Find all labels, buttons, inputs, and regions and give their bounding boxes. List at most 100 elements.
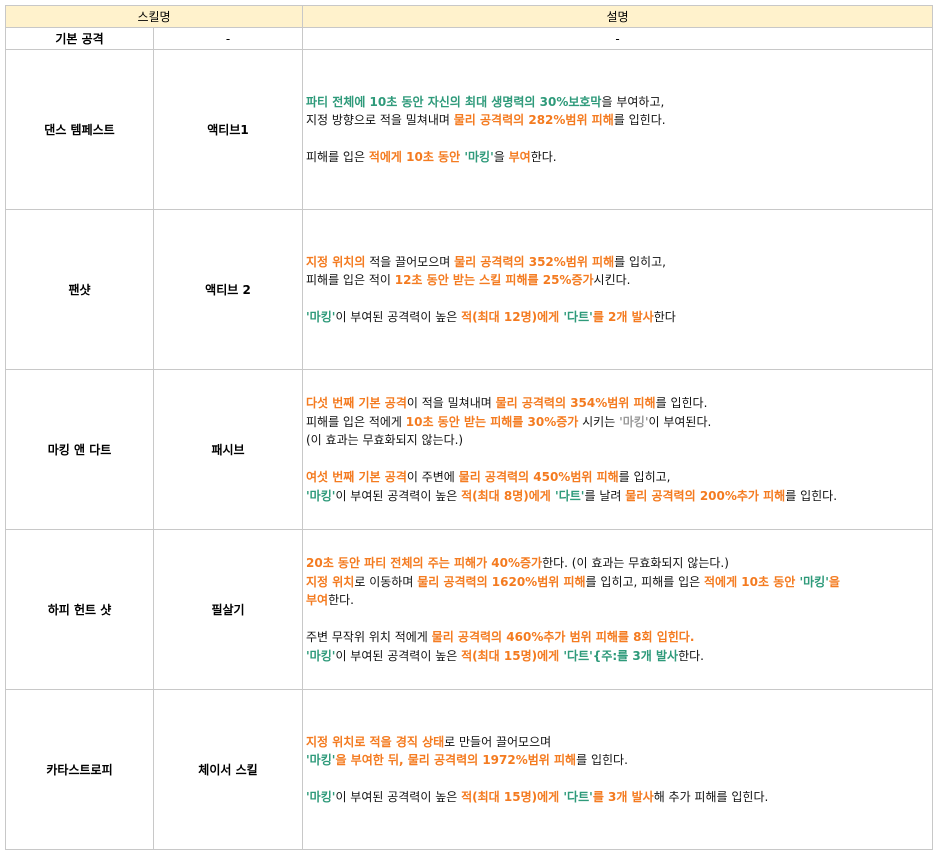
highlighted-text: '다트' xyxy=(563,790,593,804)
description-line xyxy=(306,450,932,469)
description-line: 다섯 번째 기본 공격이 적을 밀쳐내며 물리 공격력의 354%범위 피해를 … xyxy=(306,394,932,413)
description-text: 를 입힌다. xyxy=(613,113,666,127)
skill-table: 스킬명 설명 기본 공격 - - 댄스 템페스트 액티브1 파티 전체에 10초 동… xyxy=(5,5,933,850)
description-text: 로 만들어 끌어모으며 xyxy=(444,734,552,749)
highlighted-text: '마킹' xyxy=(306,310,336,324)
table-row: 팬샷 액티브 2 지정 위치의 적을 끌어모으며 물리 공격력의 352%범위 피해… xyxy=(5,209,933,370)
description-line: '마킹'이 부여된 공격력이 높은 적(최대 8명)에게 '다트'를 날려 물리… xyxy=(306,487,932,506)
header-row: 스킬명 설명 xyxy=(5,5,933,28)
description-text: 를 입히고, xyxy=(618,470,671,484)
description-line xyxy=(306,290,932,309)
highlighted-text: '마킹' xyxy=(799,574,829,589)
description-text: 이 부여된 공격력이 높은 xyxy=(335,648,462,663)
description-line: (이 효과는 무효화되지 않는다.) xyxy=(306,431,932,450)
skill-description: 지정 위치로 적을 경직 상태로 만들어 끌어모으며 '마킹'을 부여한 뒤, 물… xyxy=(302,689,933,850)
description-line xyxy=(306,130,932,149)
description-line: 지정 위치로 이동하며 물리 공격력의 1620%범위 피해를 입히고, 피해를… xyxy=(306,573,932,592)
skill-type: 필살기 xyxy=(153,529,303,690)
header-skill-name: 스킬명 xyxy=(5,5,303,28)
description-line: 지정 위치의 적을 끌어모으며 물리 공격력의 352%범위 피해를 입히고, xyxy=(306,253,932,272)
skill-description: 다섯 번째 기본 공격이 적을 밀쳐내며 물리 공격력의 354%범위 피해를 … xyxy=(302,369,933,530)
skill-type: - xyxy=(153,27,303,50)
highlighted-text: 적에게 10초 동안 xyxy=(703,574,800,589)
description-text: 한다. xyxy=(678,648,704,663)
description-line: '마킹'이 부여된 공격력이 높은 적(최대 12명)에게 '다트'를 2개 발… xyxy=(306,308,932,327)
highlighted-text: 를 3개 발사 xyxy=(592,790,654,804)
skill-type: 액티브 2 xyxy=(153,209,303,370)
description-text: 한다. xyxy=(328,593,354,607)
description-text: 를 입히고, xyxy=(614,254,666,269)
skill-type: 체이서 스킬 xyxy=(153,689,303,850)
description-line: 주변 무작위 위치 적에게 물리 공격력의 460%추가 범위 피해를 8회 입… xyxy=(306,628,932,647)
description-text: 이 부여된 공격력이 높은 xyxy=(335,488,462,503)
description-line: 피해를 입은 적에게 10초 동안 받는 피해를 30%증가 시키는 '마킹'이… xyxy=(306,413,932,432)
highlighted-text: 적(최대 12명)에게 xyxy=(461,310,564,324)
skill-description: 20초 동안 파티 전체의 주는 피해가 40%증가한다. (이 효과는 무효화… xyxy=(302,529,933,690)
highlighted-text: 물리 공격력의 200%추가 피해 xyxy=(625,488,786,503)
description-line xyxy=(306,770,932,789)
highlighted-text: 물리 공격력의 354%범위 피해 xyxy=(495,396,656,410)
skill-name: 팬샷 xyxy=(5,209,154,370)
description-text: 이 주변에 xyxy=(406,470,459,484)
table-row-basic-attack: 기본 공격 - - xyxy=(5,27,933,50)
highlighted-text: 적(최대 15명)에게 xyxy=(461,790,564,804)
description-text: 이 부여된 공격력이 높은 xyxy=(335,790,462,804)
description-text: 적을 끌어모으며 xyxy=(365,254,455,269)
highlighted-text: '다트'{주:를 3개 발사 xyxy=(563,648,679,663)
skill-name: 카타스트로피 xyxy=(5,689,154,850)
description-line: 파티 전체에 10초 동안 자신의 최대 생명력의 30%보호막을 부여하고, xyxy=(306,93,932,112)
description-line: 여섯 번째 기본 공격이 주변에 물리 공격력의 450%범위 피해를 입히고, xyxy=(306,468,932,487)
highlighted-text: '마킹' xyxy=(306,488,336,503)
highlighted-text: 적(최대 15명)에게 xyxy=(461,648,564,663)
highlighted-text: 다섯 번째 기본 공격 xyxy=(306,396,407,410)
highlighted-text: 부여 xyxy=(508,150,531,164)
highlighted-text: 을 xyxy=(828,574,840,589)
skill-description: 파티 전체에 10초 동안 자신의 최대 생명력의 30%보호막을 부여하고, 지… xyxy=(302,49,933,210)
highlighted-text: '마킹' xyxy=(306,753,336,767)
description-line: 20초 동안 파티 전체의 주는 피해가 40%증가한다. (이 효과는 무효화… xyxy=(306,554,932,573)
description-text: 한다 xyxy=(653,310,676,324)
highlighted-text: 물리 공격력의 352%범위 피해 xyxy=(454,254,615,269)
description-text: (이 효과는 무효화되지 않는다.) xyxy=(306,433,464,447)
highlighted-text: 적(최대 8명)에게 xyxy=(461,488,556,503)
highlighted-text: 를 2개 발사 xyxy=(592,310,654,324)
highlighted-text: 물리 공격력의 1620%범위 피해 xyxy=(417,574,586,589)
description-line: '마킹'을 부여한 뒤, 물리 공격력의 1972%범위 피해를 입힌다. xyxy=(306,751,932,770)
skill-name: 댄스 템페스트 xyxy=(5,49,154,210)
description-text: 한다. xyxy=(530,150,557,164)
highlighted-text: 물리 공격력의 460%추가 범위 피해를 8회 입힌다. xyxy=(431,630,695,644)
table-row: 하피 헌트 샷 필살기 20초 동안 파티 전체의 주는 피해가 40%증가한다. … xyxy=(5,529,933,690)
description-text: 이 부여된 공격력이 높은 xyxy=(335,310,462,324)
highlighted-text: 적에게 10초 동안 xyxy=(368,150,465,164)
highlighted-text: 물리 공격력의 282%범위 피해 xyxy=(453,113,614,127)
description-line: 지정 위치로 적을 경직 상태로 만들어 끌어모으며 xyxy=(306,733,932,752)
description-text: 해 추가 피해를 입힌다. xyxy=(653,790,769,804)
description-text: 이 부여된다. xyxy=(648,414,712,429)
description-line: '마킹'이 부여된 공격력이 높은 적(최대 15명)에게 '다트'{주:를 3… xyxy=(306,647,932,666)
skill-type: 액티브1 xyxy=(153,49,303,210)
highlighted-text: '마킹' xyxy=(464,150,494,164)
highlighted-text: 부여 xyxy=(306,593,329,607)
highlighted-text: '다트' xyxy=(555,488,585,503)
description-line: 부여한다. xyxy=(306,591,932,610)
highlighted-text: 12초 동안 받는 스킬 피해를 25%증가 xyxy=(394,273,594,287)
highlighted-text: '다트' xyxy=(563,310,593,324)
highlighted-text: 20초 동안 파티 전체의 주는 피해가 40%증가 xyxy=(306,556,543,570)
highlighted-text: 지정 위치로 적을 경직 상태 xyxy=(306,734,445,749)
description-text: 시키는 xyxy=(578,414,620,429)
description-text: 를 입힌다. xyxy=(785,488,838,503)
highlighted-text: 파티 전체에 10초 동안 자신의 최대 생명력의 30%보호막 xyxy=(306,94,602,109)
highlighted-text: 지정 위치의 xyxy=(306,254,366,269)
highlighted-text: 을 부여한 뒤, 물리 공격력의 1972%범위 피해 xyxy=(335,753,577,767)
description-text: 을 xyxy=(493,150,509,164)
table-row: 마킹 앤 다트 패시브 다섯 번째 기본 공격이 적을 밀쳐내며 물리 공격력의 3… xyxy=(5,369,933,530)
highlighted-text: 물리 공격력의 450%범위 피해 xyxy=(458,470,619,484)
skill-name: 하피 헌트 샷 xyxy=(5,529,154,690)
description-line: 지정 방향으로 적을 밀쳐내며 물리 공격력의 282%범위 피해를 입힌다. xyxy=(306,111,932,130)
skill-name: 기본 공격 xyxy=(5,27,154,50)
highlighted-text: '마킹' xyxy=(306,790,336,804)
description-text: 로 이동하며 xyxy=(354,574,418,589)
description-text: 주변 무작위 위치 적에게 xyxy=(306,630,432,644)
description-text: 이 적을 밀쳐내며 xyxy=(406,396,496,410)
highlighted-text: 10초 동안 받는 피해를 30%증가 xyxy=(405,414,579,429)
